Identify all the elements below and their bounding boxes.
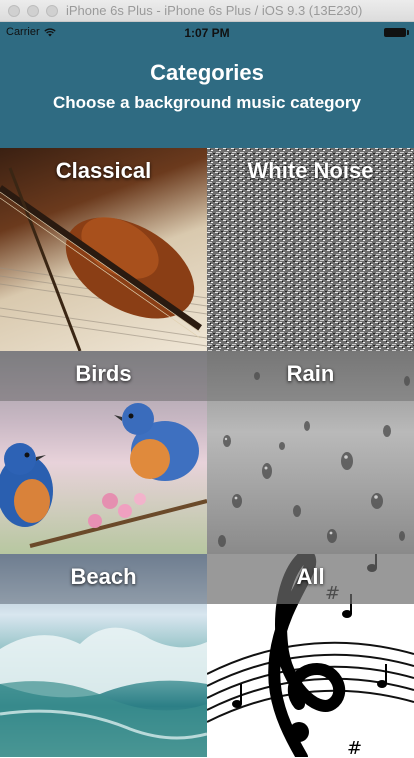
minimize-window-button[interactable] (27, 5, 39, 17)
category-label-rain: Rain (286, 361, 335, 386)
zoom-window-button[interactable] (46, 5, 58, 17)
close-window-button[interactable] (8, 5, 20, 17)
category-label-beach: Beach (70, 564, 137, 589)
page-title: Categories (150, 60, 264, 85)
window-title: iPhone 6s Plus - iPhone 6s Plus / iOS 9.… (66, 3, 363, 18)
category-label-birds: Birds (75, 361, 132, 386)
battery-icon (384, 28, 409, 37)
category-label-classical: Classical (55, 158, 152, 183)
svg-text:#: # (347, 738, 362, 757)
category-label-white-noise: White Noise (247, 158, 374, 183)
category-tile-rain[interactable]: Rain (207, 351, 414, 554)
category-grid: Classical White Noise Birds Rain Beach #… (0, 148, 414, 758)
category-tile-birds[interactable]: Birds (0, 351, 207, 554)
window-controls (8, 5, 58, 17)
categories-header: Categories Choose a background music cat… (0, 42, 414, 148)
status-time: 1:07 PM (184, 26, 230, 40)
category-tile-white-noise[interactable]: White Noise (207, 148, 414, 351)
category-label-all: All (296, 564, 325, 589)
status-bar: Carrier 1:07 PM (0, 22, 414, 42)
category-tile-all[interactable]: # # All (207, 554, 414, 757)
simulator-titlebar: iPhone 6s Plus - iPhone 6s Plus / iOS 9.… (0, 0, 414, 22)
category-tile-beach[interactable]: Beach (0, 554, 207, 757)
category-tile-classical[interactable]: Classical (0, 148, 207, 351)
page-subtitle: Choose a background music category (53, 93, 361, 112)
